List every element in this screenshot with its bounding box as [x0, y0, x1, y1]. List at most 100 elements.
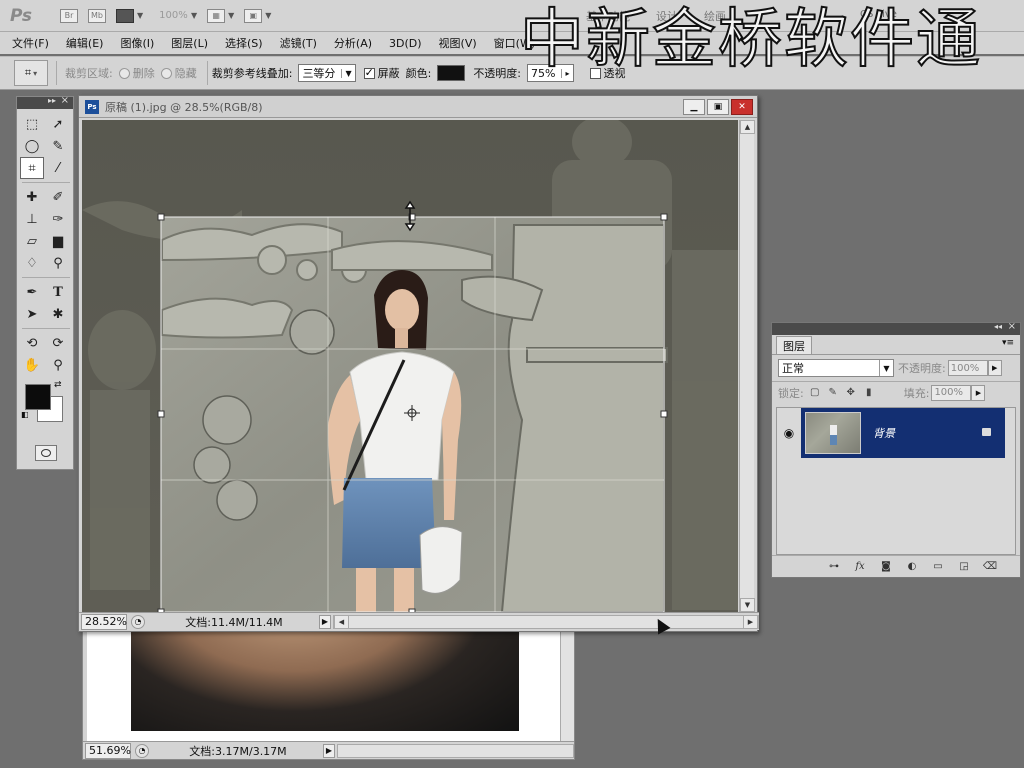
- horizontal-scrollbar[interactable]: [337, 743, 574, 758]
- tool-preset-picker[interactable]: ⌗ ▾: [14, 60, 48, 86]
- crop-handle-top-left[interactable]: [157, 213, 165, 221]
- bridge-button[interactable]: Br: [60, 5, 78, 27]
- layers-panel-header[interactable]: ◂◂ ×: [772, 321, 1020, 335]
- adjustment-layer-icon[interactable]: ◐: [904, 560, 920, 574]
- quick-selection-tool[interactable]: ✎: [46, 135, 70, 157]
- gradient-tool[interactable]: ▆: [46, 230, 70, 252]
- close-button[interactable]: ✕: [731, 99, 753, 115]
- scroll-right-arrow[interactable]: ▶: [743, 614, 758, 629]
- shield-checkbox[interactable]: [363, 66, 375, 79]
- menu-3d[interactable]: 3D(D): [389, 37, 422, 50]
- chevron-right-icon[interactable]: ▶: [971, 384, 986, 401]
- scroll-up-arrow[interactable]: ▲: [740, 120, 755, 134]
- panel-menu-icon[interactable]: ▾≡: [1002, 338, 1014, 348]
- status-menu-arrow[interactable]: ▶: [323, 743, 335, 758]
- fx-icon[interactable]: fx: [852, 560, 868, 574]
- workspace-design[interactable]: 设计: [656, 8, 678, 24]
- layer-row[interactable]: ◉ 背景: [777, 408, 1015, 458]
- chevron-right-icon[interactable]: ▶: [987, 360, 1002, 376]
- healing-brush-tool[interactable]: ✚: [20, 186, 44, 208]
- type-tool[interactable]: T: [46, 281, 70, 303]
- shield-color-swatch[interactable]: [437, 65, 466, 81]
- lock-pixels-icon[interactable]: ✎: [826, 386, 840, 400]
- menu-analysis[interactable]: 分析(A): [334, 35, 372, 51]
- default-colors-icon[interactable]: ◧: [21, 410, 29, 419]
- move-tool[interactable]: ➚: [46, 113, 70, 135]
- workspace-essentials[interactable]: 基本功能: [586, 8, 630, 24]
- mask-icon[interactable]: ◙: [878, 560, 894, 574]
- delete-radio[interactable]: [118, 67, 130, 79]
- menu-select[interactable]: 选择(S): [225, 35, 263, 51]
- lasso-tool[interactable]: ◯: [20, 135, 44, 157]
- hide-radio[interactable]: [160, 67, 172, 79]
- marquee-tool[interactable]: ⬚: [20, 113, 44, 135]
- tab-layers[interactable]: 图层: [776, 336, 812, 354]
- close-icon[interactable]: ×: [1008, 321, 1016, 332]
- menu-image[interactable]: 图像(I): [120, 35, 154, 51]
- eyedropper-tool[interactable]: ⁄: [46, 157, 70, 179]
- menu-filter[interactable]: 滤镜(T): [280, 35, 317, 51]
- lock-transparency-icon[interactable]: ▢: [808, 386, 822, 400]
- layer-opacity-field[interactable]: 100%: [947, 360, 988, 376]
- shape-tool[interactable]: ✱: [46, 303, 70, 325]
- screen-mode-button[interactable]: ▣ ▼: [244, 5, 271, 27]
- workspace-painting[interactable]: 绘画: [704, 8, 726, 24]
- clone-stamp-tool[interactable]: ⊥: [20, 208, 44, 230]
- scroll-left-arrow[interactable]: ◀: [334, 614, 349, 629]
- crop-guide-overlay-select[interactable]: 三等分 ▼: [298, 64, 356, 82]
- blur-tool[interactable]: ♢: [20, 252, 44, 274]
- minibridge-button[interactable]: Mb: [88, 5, 106, 27]
- folder-icon[interactable]: ▭: [930, 560, 946, 574]
- lock-all-icon[interactable]: ▮: [862, 386, 876, 400]
- brush-tool[interactable]: ✐: [46, 186, 70, 208]
- horizontal-scrollbar[interactable]: ◀ ▶: [333, 614, 759, 629]
- lock-position-icon[interactable]: ✥: [844, 386, 858, 400]
- document-canvas[interactable]: [82, 120, 738, 612]
- link-icon[interactable]: ⊶: [826, 560, 842, 574]
- crop-handle-right[interactable]: [660, 410, 668, 418]
- shield-opacity-field[interactable]: 75% ▸: [527, 64, 574, 82]
- status-info-icon[interactable]: ◔: [131, 614, 145, 629]
- vertical-scrollbar[interactable]: ▲ ▼: [739, 120, 755, 612]
- fill-field[interactable]: 100%: [931, 384, 972, 401]
- eraser-tool[interactable]: ▱: [20, 230, 44, 252]
- pen-tool[interactable]: ✒: [20, 281, 44, 303]
- path-selection-tool[interactable]: ➤: [20, 303, 44, 325]
- trash-icon[interactable]: ⌫: [982, 560, 998, 574]
- blend-mode-select[interactable]: 正常 ▼: [778, 359, 894, 377]
- close-icon[interactable]: ×: [61, 95, 69, 106]
- menu-edit[interactable]: 编辑(E): [66, 35, 104, 51]
- status-info-icon[interactable]: ◔: [135, 743, 149, 758]
- dodge-tool[interactable]: ⚲: [46, 252, 70, 274]
- eye-icon[interactable]: ◉: [777, 408, 801, 458]
- tools-panel-header[interactable]: ▸▸ ×: [17, 95, 73, 109]
- history-brush-tool[interactable]: ✑: [46, 208, 70, 230]
- collapse-arrows-icon[interactable]: ▸▸: [48, 96, 56, 105]
- perspective-checkbox[interactable]: [589, 67, 601, 79]
- zoom-tool[interactable]: ⚲: [46, 354, 70, 376]
- foreground-color-swatch[interactable]: [25, 384, 51, 410]
- menu-file[interactable]: 文件(F): [12, 35, 49, 51]
- arrange-documents-button[interactable]: ▦ ▼: [207, 5, 234, 27]
- scroll-down-arrow[interactable]: ▼: [740, 598, 755, 612]
- 3d-rotate-tool[interactable]: ⟲: [20, 332, 44, 354]
- zoom-field[interactable]: 28.52%: [81, 613, 127, 630]
- collapse-arrows-icon[interactable]: ◂◂: [994, 322, 1002, 331]
- menu-window[interactable]: 窗口(W): [494, 35, 535, 51]
- document-title-bar[interactable]: Ps 原稿 (1).jpg @ 28.5%(RGB/8) ▁ ▣ ✕: [79, 96, 757, 118]
- layer-background[interactable]: 背景: [801, 408, 1005, 458]
- crop-handle-top-right[interactable]: [660, 213, 668, 221]
- status-menu-arrow[interactable]: ▶: [319, 614, 331, 629]
- 3d-orbit-tool[interactable]: ⟳: [46, 332, 70, 354]
- maximize-button[interactable]: ▣: [707, 99, 729, 115]
- crop-tool[interactable]: ⌗: [20, 157, 44, 179]
- zoom-level-dropdown[interactable]: 100% ▼: [159, 10, 197, 21]
- minimize-button[interactable]: ▁: [683, 99, 705, 115]
- hand-tool[interactable]: ✋: [20, 354, 44, 376]
- cs-live-button[interactable]: CS Live: [860, 9, 897, 20]
- crop-handle-left[interactable]: [157, 410, 165, 418]
- quick-mask-button[interactable]: [35, 445, 57, 461]
- menu-view[interactable]: 视图(V): [439, 35, 477, 51]
- new-layer-icon[interactable]: ◲: [956, 560, 972, 574]
- zoom-field[interactable]: 51.69%: [85, 742, 131, 759]
